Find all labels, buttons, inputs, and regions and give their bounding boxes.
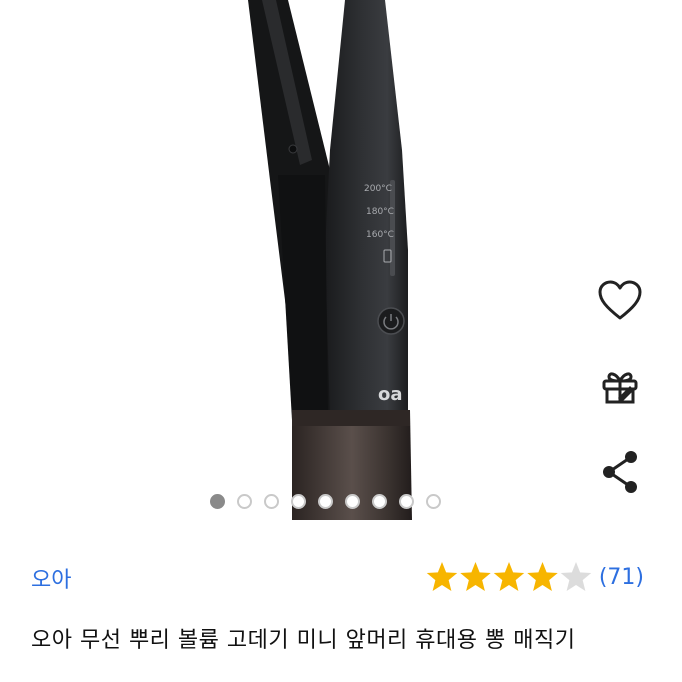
device-logo: oa xyxy=(378,384,403,405)
temp-low-label: 160°C xyxy=(366,230,394,240)
temp-high-label: 200°C xyxy=(364,184,392,194)
product-image-carousel[interactable]: 200°C 180°C 160°C oa xyxy=(0,0,682,528)
carousel-dot[interactable] xyxy=(264,494,279,509)
carousel-dot[interactable] xyxy=(345,494,360,509)
share-button[interactable] xyxy=(590,442,650,502)
carousel-dot[interactable] xyxy=(318,494,333,509)
review-count[interactable]: (71) xyxy=(599,565,644,590)
share-icon xyxy=(603,451,637,493)
device-tip-band xyxy=(292,410,410,426)
gift-button[interactable] xyxy=(590,356,650,416)
star-rating xyxy=(426,562,592,591)
star-filled-icon xyxy=(426,562,458,591)
carousel-dot[interactable] xyxy=(372,494,387,509)
gift-icon xyxy=(602,372,638,404)
wishlist-button[interactable] xyxy=(590,270,650,330)
heart-icon xyxy=(598,280,642,320)
rating-summary[interactable]: (71) xyxy=(425,560,644,594)
star-filled-icon xyxy=(527,562,558,591)
product-title: 오아 무선 뿌리 볼륨 고데기 미니 앞머리 휴대용 뽕 매직기 xyxy=(31,628,576,653)
brand-link[interactable]: 오아 xyxy=(31,562,71,594)
temp-mid-label: 180°C xyxy=(366,207,394,217)
carousel-dot[interactable] xyxy=(426,494,441,509)
carousel-dot[interactable] xyxy=(237,494,252,509)
carousel-dot[interactable] xyxy=(210,494,225,509)
star-filled-icon xyxy=(460,562,491,591)
product-info: 오아 (71) 오아 무선 뿌리 볼륨 고데기 미니 앞머리 휴대용 뽕 매직기 xyxy=(0,528,682,682)
carousel-dot[interactable] xyxy=(399,494,414,509)
star-filled-icon xyxy=(493,562,525,591)
device-plate xyxy=(278,175,328,420)
carousel-dot[interactable] xyxy=(291,494,306,509)
carousel-indicator xyxy=(210,494,441,514)
product-image: 200°C 180°C 160°C oa xyxy=(248,0,412,520)
star-empty-icon xyxy=(560,562,592,591)
